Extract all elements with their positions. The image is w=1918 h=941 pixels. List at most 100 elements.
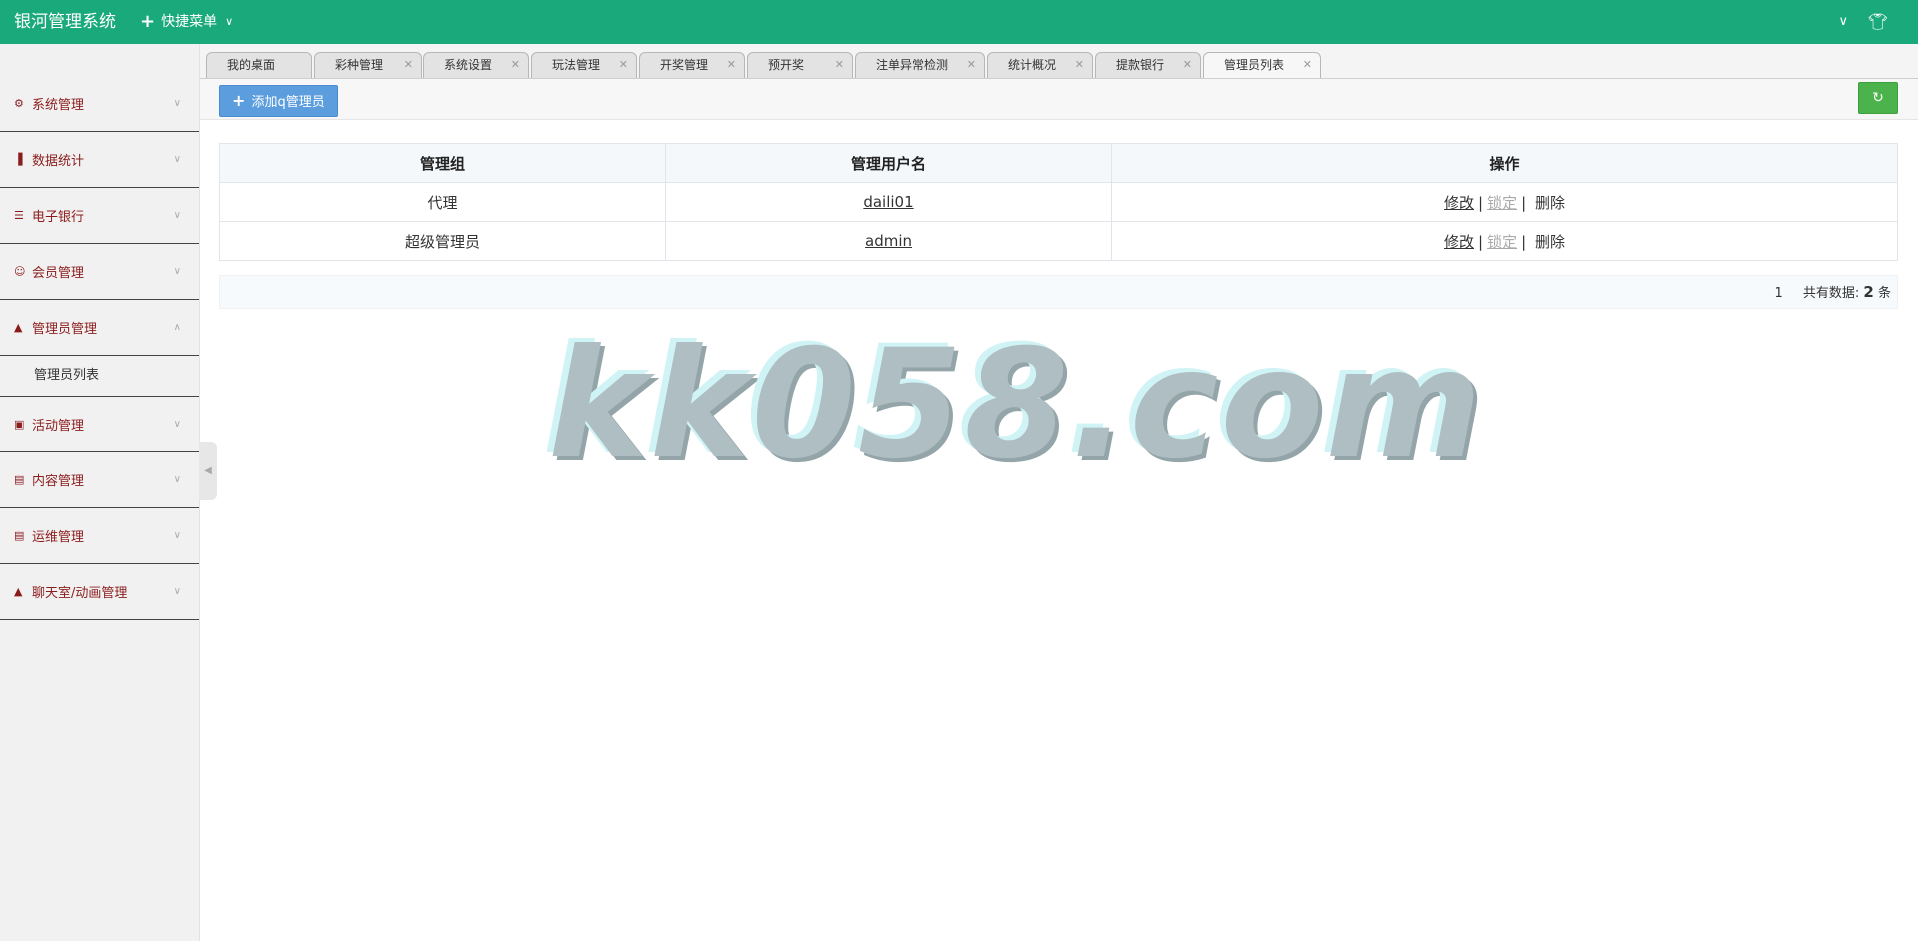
tab-label: 彩种管理 xyxy=(335,58,384,72)
close-icon[interactable]: ✕ xyxy=(404,53,413,77)
user-icon: ▲ xyxy=(14,321,23,334)
column-header: 管理组 xyxy=(219,143,666,183)
chevron-down-icon: ∨ xyxy=(173,154,181,165)
plus-icon: + xyxy=(140,11,156,32)
sidebar-item-members[interactable]: ☺ 会员管理 ∨ xyxy=(0,244,199,300)
chevron-down-icon: ∨ xyxy=(225,15,234,28)
admin-table: 管理组 管理用户名 操作 代理 daili01 修改 | 锁定 | 删除 超级管理员 … xyxy=(219,143,1898,261)
sidebar-item-ebank[interactable]: ☰ 电子银行 ∨ xyxy=(0,188,199,244)
username-cell: admin xyxy=(665,221,1112,261)
page-number[interactable]: 1 xyxy=(1774,286,1782,301)
group-cell: 代理 xyxy=(219,182,666,222)
add-admin-button[interactable]: + 添加q管理员 xyxy=(219,85,338,117)
close-icon[interactable]: ✕ xyxy=(511,53,520,77)
chevron-up-icon: ∧ xyxy=(173,322,181,333)
sidebar-subitem-admin-list[interactable]: 管理员列表 xyxy=(0,356,199,396)
tab-draw-management[interactable]: 开奖管理 ✕ xyxy=(639,52,745,78)
table-header-row: 管理组 管理用户名 操作 xyxy=(219,143,1898,183)
gift-icon: ▣ xyxy=(14,417,25,431)
sidebar-collapse-handle[interactable]: ◀ xyxy=(199,442,217,500)
sidebar-item-ops[interactable]: ▤ 运维管理 ∨ xyxy=(0,508,199,564)
sidebar-item-label: 管理员管理 xyxy=(32,322,98,337)
total-unit: 条 xyxy=(1877,286,1891,301)
tab-withdraw-banks[interactable]: 提款银行 ✕ xyxy=(1095,52,1201,78)
tab-statistics[interactable]: 统计概况 ✕ xyxy=(987,52,1093,78)
gear-icon: ⚙ xyxy=(14,97,24,110)
close-icon[interactable]: ✕ xyxy=(835,53,844,77)
tab-desktop[interactable]: 我的桌面 xyxy=(206,52,312,78)
book-icon: ▤ xyxy=(14,473,25,486)
lock-link[interactable]: 锁定 xyxy=(1487,233,1517,251)
tab-label: 预开奖 xyxy=(768,58,805,72)
pagination-summary: 1 共有数据: 2 条 xyxy=(1774,276,1891,310)
tab-admin-list[interactable]: 管理员列表 ✕ xyxy=(1203,52,1321,78)
tab-play-rules[interactable]: 玩法管理 ✕ xyxy=(531,52,637,78)
username-cell: daili01 xyxy=(665,182,1112,222)
tab-label: 玩法管理 xyxy=(552,58,601,72)
tab-pre-draw[interactable]: 预开奖 ✕ xyxy=(747,52,853,78)
sidebar-item-label: 会员管理 xyxy=(32,266,85,281)
add-admin-label: 添加q管理员 xyxy=(251,95,325,110)
chevron-down-icon: ∨ xyxy=(173,530,181,541)
tab-bar: 我的桌面 彩种管理 ✕ 系统设置 ✕ 玩法管理 ✕ 开奖管理 ✕ 预开奖 ✕ 注… xyxy=(200,44,1918,79)
delete-link[interactable]: 删除 xyxy=(1535,194,1565,212)
close-icon[interactable]: ✕ xyxy=(1183,53,1192,77)
refresh-icon: ↻ xyxy=(1872,90,1884,106)
bar-chart-icon: ▐ xyxy=(14,153,23,166)
toolbar: + 添加q管理员 ↻ xyxy=(200,79,1918,120)
close-icon[interactable]: ✕ xyxy=(1303,53,1312,77)
chevron-down-icon: ∨ xyxy=(173,586,181,597)
plus-icon: + xyxy=(232,91,246,110)
chevron-down-icon: ∨ xyxy=(173,266,181,277)
tab-label: 管理员列表 xyxy=(1224,58,1285,72)
tab-label: 系统设置 xyxy=(444,58,493,72)
sidebar-item-label: 聊天室/动画管理 xyxy=(32,586,128,601)
sidebar-item-label: 系统管理 xyxy=(32,98,85,113)
lock-link[interactable]: 锁定 xyxy=(1487,194,1517,212)
sidebar: ⚙ 系统管理 ∨ ▐ 数据统计 ∨ ☰ 电子银行 ∨ ☺ 会员管理 ∨ ▲ 管理… xyxy=(0,44,200,941)
group-cell: 超级管理员 xyxy=(219,221,666,261)
separator: | xyxy=(1521,193,1527,212)
close-icon[interactable]: ✕ xyxy=(619,53,628,77)
tab-lottery-types[interactable]: 彩种管理 ✕ xyxy=(314,52,422,78)
edit-link[interactable]: 修改 xyxy=(1444,233,1474,251)
username-link[interactable]: admin xyxy=(865,232,912,250)
sidebar-item-system[interactable]: ⚙ 系统管理 ∨ xyxy=(0,76,199,132)
chevron-down-icon: ∨ xyxy=(173,98,181,109)
top-header: 银河管理系统 + 快捷菜单 ∨ ∨ 👕︎ xyxy=(0,0,1918,44)
column-header: 操作 xyxy=(1111,143,1898,183)
user-outline-icon: ☺ xyxy=(14,265,26,278)
tab-label: 我的桌面 xyxy=(227,58,276,72)
chevron-down-icon[interactable]: ∨ xyxy=(1838,0,1848,44)
tab-bet-anomaly[interactable]: 注单异常检测 ✕ xyxy=(855,52,985,78)
sidebar-item-chatroom[interactable]: ▲ 聊天室/动画管理 ∨ xyxy=(0,564,199,620)
actions-cell: 修改 | 锁定 | 删除 xyxy=(1111,221,1898,261)
sidebar-item-admins[interactable]: ▲ 管理员管理 ∧ xyxy=(0,300,199,356)
separator: | xyxy=(1478,232,1484,251)
total-count: 2 xyxy=(1863,283,1874,301)
app-title: 银河管理系统 xyxy=(14,12,116,32)
sidebar-item-label: 数据统计 xyxy=(32,154,85,169)
close-icon[interactable]: ✕ xyxy=(967,53,976,77)
sidebar-item-stats[interactable]: ▐ 数据统计 ∨ xyxy=(0,132,199,188)
delete-link[interactable]: 删除 xyxy=(1535,233,1565,251)
close-icon[interactable]: ✕ xyxy=(727,53,736,77)
column-header: 管理用户名 xyxy=(665,143,1112,183)
sidebar-item-activities[interactable]: ▣ 活动管理 ∨ xyxy=(0,396,199,452)
refresh-button[interactable]: ↻ xyxy=(1858,82,1898,114)
total-label: 共有数据: xyxy=(1802,286,1860,301)
chevron-down-icon: ∨ xyxy=(173,210,181,221)
tab-settings[interactable]: 系统设置 ✕ xyxy=(423,52,529,78)
table-row: 代理 daili01 修改 | 锁定 | 删除 xyxy=(219,182,1898,222)
sidebar-item-content[interactable]: ▤ 内容管理 ∨ xyxy=(0,452,199,508)
quick-menu-label: 快捷菜单 xyxy=(161,14,218,30)
chevron-down-icon: ∨ xyxy=(173,419,181,430)
edit-link[interactable]: 修改 xyxy=(1444,194,1474,212)
sidebar-item-label: 运维管理 xyxy=(32,530,85,545)
close-icon[interactable]: ✕ xyxy=(1075,53,1084,77)
sidebar-item-label: 活动管理 xyxy=(32,418,85,434)
username-link[interactable]: daili01 xyxy=(863,193,913,211)
skin-shirt-icon[interactable]: 👕︎ xyxy=(1868,0,1888,44)
sidebar-item-label: 内容管理 xyxy=(32,474,85,489)
quick-menu-button[interactable]: + 快捷菜单 ∨ xyxy=(140,0,233,44)
